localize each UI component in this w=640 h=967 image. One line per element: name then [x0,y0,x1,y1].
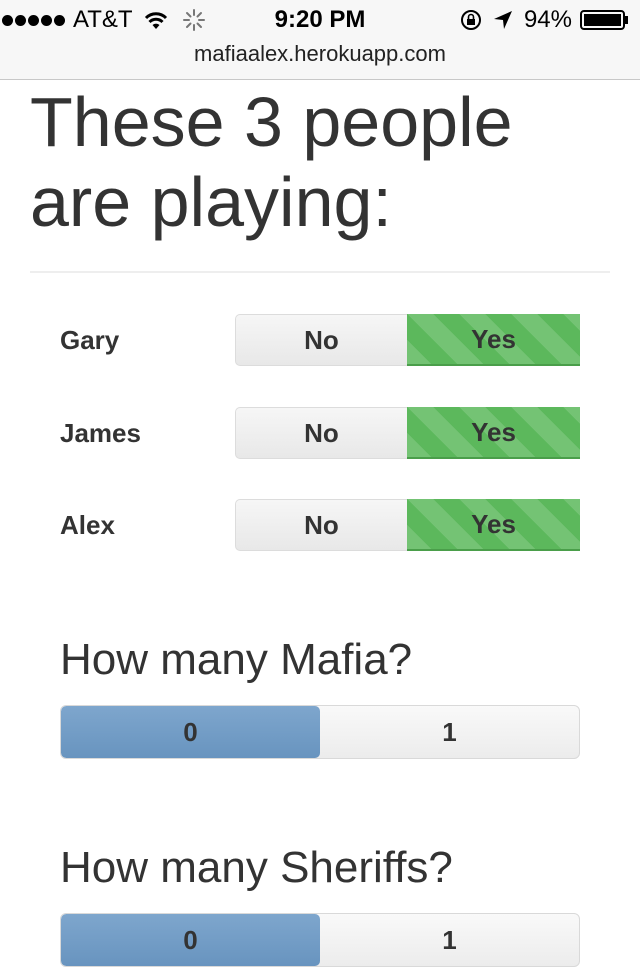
playing-toggle[interactable]: No Yes [235,314,580,366]
no-button[interactable]: No [235,499,407,551]
battery-icon [580,10,628,30]
no-button[interactable]: No [235,314,407,366]
player-row-gary: Gary No Yes [60,314,580,366]
mafia-count-selector[interactable]: 0 1 [60,705,580,759]
playing-toggle[interactable]: No Yes [235,407,580,459]
mafia-option-1[interactable]: 1 [320,706,579,758]
sheriffs-heading: How many Sheriffs? [60,843,453,892]
address-bar[interactable]: mafiaalex.herokuapp.com [0,40,640,80]
player-name: James [60,418,141,448]
mafia-heading: How many Mafia? [60,635,413,684]
sheriffs-count-selector[interactable]: 0 1 [60,913,580,967]
rotation-lock-icon [460,10,481,30]
status-right: 94% [460,6,630,34]
page-title: These 3 people are playing: [30,82,620,242]
battery-percent: 94% [523,6,572,33]
divider [30,271,610,273]
page-title-line2: are playing: [30,163,392,241]
yes-button[interactable]: Yes [407,407,580,459]
sheriffs-option-1[interactable]: 1 [320,914,579,966]
playing-toggle[interactable]: No Yes [235,499,580,551]
location-arrow-icon [493,11,512,29]
sheriffs-option-0[interactable]: 0 [61,914,320,966]
yes-button[interactable]: Yes [407,499,580,551]
status-bar: AT&T 9:20 PM 94% [0,0,640,40]
mafia-option-0[interactable]: 0 [61,706,320,758]
player-name: Gary [60,325,120,355]
yes-button[interactable]: Yes [407,314,580,366]
player-row-james: James No Yes [60,407,580,459]
player-name: Alex [60,510,115,540]
player-row-alex: Alex No Yes [60,499,580,551]
no-button[interactable]: No [235,407,407,459]
page-title-line1: These 3 people [30,83,513,161]
url-text[interactable]: mafiaalex.herokuapp.com [194,41,446,66]
